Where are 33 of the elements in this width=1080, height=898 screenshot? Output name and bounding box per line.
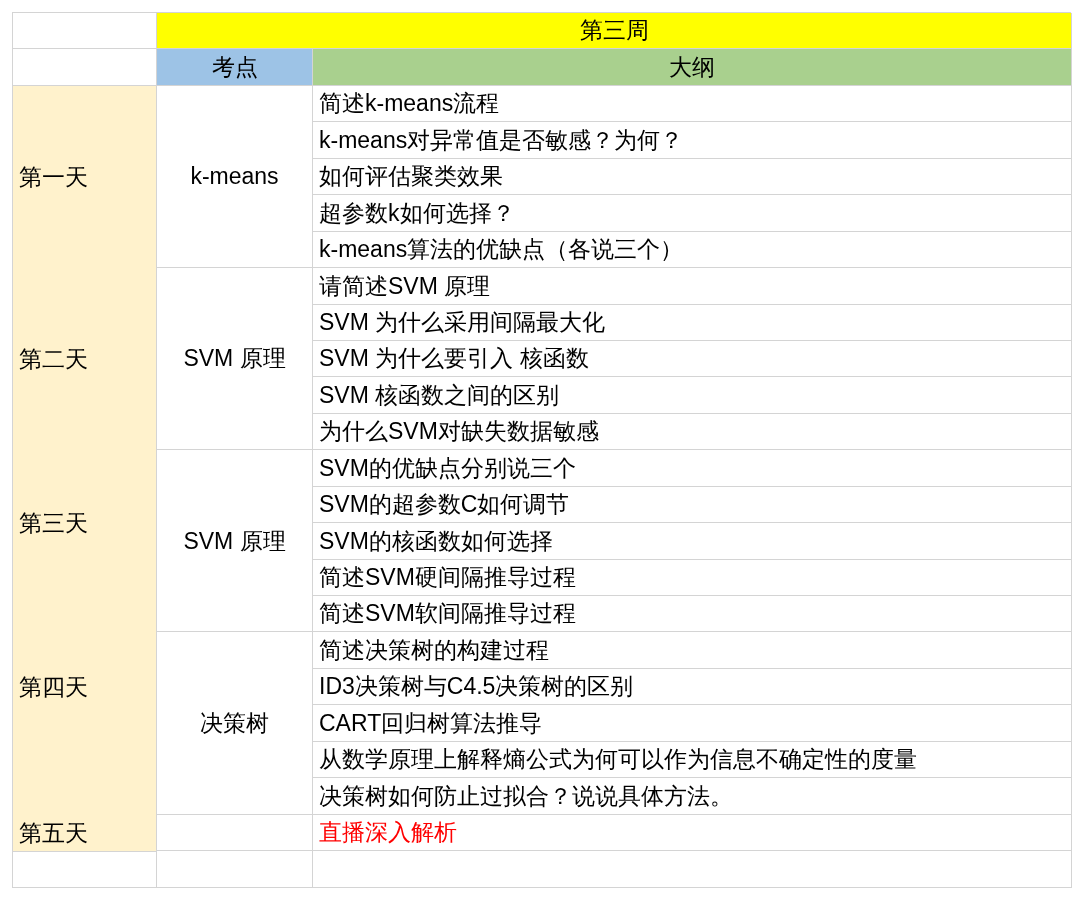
topic-cell: SVM 原理 [157,450,313,633]
outline-cell: 决策树如何防止过拟合？说说具体方法。 [313,778,1072,815]
day-label: 第五天 [18,818,89,848]
topic-header: 考点 [157,49,313,86]
outline-cell: SVM 核函数之间的区别 [313,377,1072,414]
day-label: 第二天 [18,344,89,374]
outline-cell: 直播深入解析 [313,814,1072,852]
outline-cell: 如何评估聚类效果 [313,158,1072,196]
topic-cell: 决策树 [157,632,313,815]
outline-cell: 为什么SVM对缺失数据敏感 [313,413,1072,451]
topic-cell: SVM 原理 [157,268,313,451]
outline-cell: 简述SVM硬间隔推导过程 [313,559,1072,596]
outline-cell: SVM 为什么要引入 核函数 [313,340,1072,378]
outline-cell: 超参数k如何选择？ [313,195,1072,232]
outline-cell: k-means算法的优缺点（各说三个） [313,231,1072,269]
outline-cell: SVM的优缺点分别说三个 [313,450,1072,487]
outline-cell: 简述决策树的构建过程 [313,632,1072,669]
day-label: 第一天 [18,162,89,192]
outline-cell: SVM的核函数如何选择 [313,523,1072,560]
outline-cell: 从数学原理上解释熵公式为何可以作为信息不确定性的度量 [313,741,1072,779]
outline-cell: 简述k-means流程 [313,85,1072,123]
topic-cell: k-means [157,85,313,269]
week-title: 第三周 [157,13,1072,50]
outline-cell: 请简述SVM 原理 [313,268,1072,305]
outline-cell: CART回归树算法推导 [313,705,1072,742]
outline-cell: 简述SVM软间隔推导过程 [313,596,1072,633]
day-label: 第四天 [18,672,89,702]
outline-cell: k-means对异常值是否敏感？为何？ [313,122,1072,159]
outline-cell: ID3决策树与C4.5决策树的区别 [313,668,1072,706]
outline-cell: SVM的超参数C如何调节 [313,486,1072,524]
day-label: 第三天 [18,508,89,538]
outline-cell: SVM 为什么采用间隔最大化 [313,304,1072,341]
outline-header: 大纲 [313,49,1072,86]
